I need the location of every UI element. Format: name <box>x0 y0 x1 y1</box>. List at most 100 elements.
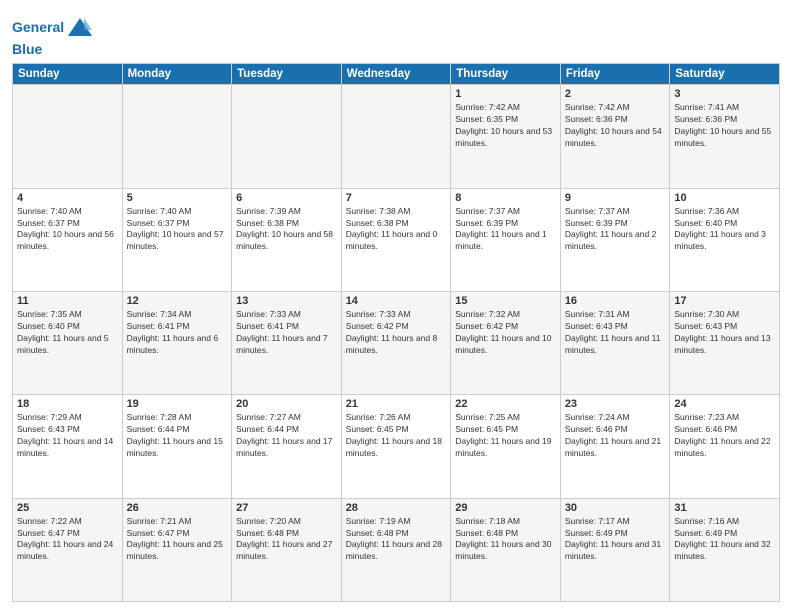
day-cell: 13 Sunrise: 7:33 AMSunset: 6:41 PMDaylig… <box>232 292 342 395</box>
col-saturday: Saturday <box>670 64 780 85</box>
day-cell: 4 Sunrise: 7:40 AMSunset: 6:37 PMDayligh… <box>13 188 123 291</box>
day-cell <box>232 85 342 188</box>
day-cell: 10 Sunrise: 7:36 AMSunset: 6:40 PMDaylig… <box>670 188 780 291</box>
day-info: Sunrise: 7:36 AMSunset: 6:40 PMDaylight:… <box>674 206 775 254</box>
col-monday: Monday <box>122 64 232 85</box>
day-cell: 31 Sunrise: 7:16 AMSunset: 6:49 PMDaylig… <box>670 498 780 601</box>
day-number: 9 <box>565 192 666 204</box>
header-row: Sunday Monday Tuesday Wednesday Thursday… <box>13 64 780 85</box>
day-cell: 2 Sunrise: 7:42 AMSunset: 6:36 PMDayligh… <box>560 85 670 188</box>
day-info: Sunrise: 7:37 AMSunset: 6:39 PMDaylight:… <box>565 206 666 254</box>
day-cell: 6 Sunrise: 7:39 AMSunset: 6:38 PMDayligh… <box>232 188 342 291</box>
day-number: 6 <box>236 192 337 204</box>
day-cell: 27 Sunrise: 7:20 AMSunset: 6:48 PMDaylig… <box>232 498 342 601</box>
day-cell: 3 Sunrise: 7:41 AMSunset: 6:36 PMDayligh… <box>670 85 780 188</box>
day-cell: 17 Sunrise: 7:30 AMSunset: 6:43 PMDaylig… <box>670 292 780 395</box>
day-number: 28 <box>346 502 447 514</box>
day-cell: 25 Sunrise: 7:22 AMSunset: 6:47 PMDaylig… <box>13 498 123 601</box>
day-number: 10 <box>674 192 775 204</box>
day-info: Sunrise: 7:16 AMSunset: 6:49 PMDaylight:… <box>674 516 775 564</box>
col-friday: Friday <box>560 64 670 85</box>
week-row-1: 1 Sunrise: 7:42 AMSunset: 6:35 PMDayligh… <box>13 85 780 188</box>
day-cell: 18 Sunrise: 7:29 AMSunset: 6:43 PMDaylig… <box>13 395 123 498</box>
day-number: 21 <box>346 398 447 410</box>
day-info: Sunrise: 7:42 AMSunset: 6:35 PMDaylight:… <box>455 102 556 150</box>
day-number: 16 <box>565 295 666 307</box>
day-number: 30 <box>565 502 666 514</box>
day-number: 24 <box>674 398 775 410</box>
day-info: Sunrise: 7:29 AMSunset: 6:43 PMDaylight:… <box>17 412 118 460</box>
day-number: 26 <box>127 502 228 514</box>
day-info: Sunrise: 7:31 AMSunset: 6:43 PMDaylight:… <box>565 309 666 357</box>
col-wednesday: Wednesday <box>341 64 451 85</box>
day-number: 17 <box>674 295 775 307</box>
day-info: Sunrise: 7:19 AMSunset: 6:48 PMDaylight:… <box>346 516 447 564</box>
day-number: 22 <box>455 398 556 410</box>
logo-icon <box>66 14 94 42</box>
day-number: 12 <box>127 295 228 307</box>
day-cell: 21 Sunrise: 7:26 AMSunset: 6:45 PMDaylig… <box>341 395 451 498</box>
day-info: Sunrise: 7:24 AMSunset: 6:46 PMDaylight:… <box>565 412 666 460</box>
day-info: Sunrise: 7:26 AMSunset: 6:45 PMDaylight:… <box>346 412 447 460</box>
day-cell <box>341 85 451 188</box>
day-number: 15 <box>455 295 556 307</box>
col-sunday: Sunday <box>13 64 123 85</box>
day-number: 25 <box>17 502 118 514</box>
day-cell: 16 Sunrise: 7:31 AMSunset: 6:43 PMDaylig… <box>560 292 670 395</box>
day-info: Sunrise: 7:27 AMSunset: 6:44 PMDaylight:… <box>236 412 337 460</box>
day-info: Sunrise: 7:20 AMSunset: 6:48 PMDaylight:… <box>236 516 337 564</box>
day-info: Sunrise: 7:38 AMSunset: 6:38 PMDaylight:… <box>346 206 447 254</box>
day-info: Sunrise: 7:42 AMSunset: 6:36 PMDaylight:… <box>565 102 666 150</box>
day-cell: 1 Sunrise: 7:42 AMSunset: 6:35 PMDayligh… <box>451 85 561 188</box>
day-number: 13 <box>236 295 337 307</box>
day-info: Sunrise: 7:32 AMSunset: 6:42 PMDaylight:… <box>455 309 556 357</box>
day-cell: 7 Sunrise: 7:38 AMSunset: 6:38 PMDayligh… <box>341 188 451 291</box>
day-info: Sunrise: 7:22 AMSunset: 6:47 PMDaylight:… <box>17 516 118 564</box>
day-number: 7 <box>346 192 447 204</box>
day-cell: 15 Sunrise: 7:32 AMSunset: 6:42 PMDaylig… <box>451 292 561 395</box>
day-number: 11 <box>17 295 118 307</box>
col-thursday: Thursday <box>451 64 561 85</box>
day-number: 19 <box>127 398 228 410</box>
day-cell: 5 Sunrise: 7:40 AMSunset: 6:37 PMDayligh… <box>122 188 232 291</box>
day-cell: 20 Sunrise: 7:27 AMSunset: 6:44 PMDaylig… <box>232 395 342 498</box>
day-number: 5 <box>127 192 228 204</box>
day-cell: 22 Sunrise: 7:25 AMSunset: 6:45 PMDaylig… <box>451 395 561 498</box>
day-info: Sunrise: 7:37 AMSunset: 6:39 PMDaylight:… <box>455 206 556 254</box>
week-row-4: 18 Sunrise: 7:29 AMSunset: 6:43 PMDaylig… <box>13 395 780 498</box>
week-row-3: 11 Sunrise: 7:35 AMSunset: 6:40 PMDaylig… <box>13 292 780 395</box>
logo-blue-text: Blue <box>12 42 94 57</box>
day-info: Sunrise: 7:30 AMSunset: 6:43 PMDaylight:… <box>674 309 775 357</box>
day-info: Sunrise: 7:34 AMSunset: 6:41 PMDaylight:… <box>127 309 228 357</box>
day-info: Sunrise: 7:33 AMSunset: 6:42 PMDaylight:… <box>346 309 447 357</box>
day-info: Sunrise: 7:18 AMSunset: 6:48 PMDaylight:… <box>455 516 556 564</box>
day-cell: 9 Sunrise: 7:37 AMSunset: 6:39 PMDayligh… <box>560 188 670 291</box>
day-info: Sunrise: 7:40 AMSunset: 6:37 PMDaylight:… <box>127 206 228 254</box>
calendar-table: Sunday Monday Tuesday Wednesday Thursday… <box>12 63 780 602</box>
day-info: Sunrise: 7:25 AMSunset: 6:45 PMDaylight:… <box>455 412 556 460</box>
day-cell: 11 Sunrise: 7:35 AMSunset: 6:40 PMDaylig… <box>13 292 123 395</box>
day-cell <box>13 85 123 188</box>
day-cell: 30 Sunrise: 7:17 AMSunset: 6:49 PMDaylig… <box>560 498 670 601</box>
week-row-5: 25 Sunrise: 7:22 AMSunset: 6:47 PMDaylig… <box>13 498 780 601</box>
day-cell: 14 Sunrise: 7:33 AMSunset: 6:42 PMDaylig… <box>341 292 451 395</box>
logo: General Blue <box>12 14 94 57</box>
col-tuesday: Tuesday <box>232 64 342 85</box>
day-info: Sunrise: 7:23 AMSunset: 6:46 PMDaylight:… <box>674 412 775 460</box>
day-number: 2 <box>565 88 666 100</box>
day-number: 3 <box>674 88 775 100</box>
header: General Blue <box>12 10 780 57</box>
week-row-2: 4 Sunrise: 7:40 AMSunset: 6:37 PMDayligh… <box>13 188 780 291</box>
day-number: 1 <box>455 88 556 100</box>
day-info: Sunrise: 7:17 AMSunset: 6:49 PMDaylight:… <box>565 516 666 564</box>
day-number: 14 <box>346 295 447 307</box>
day-cell: 26 Sunrise: 7:21 AMSunset: 6:47 PMDaylig… <box>122 498 232 601</box>
day-cell: 24 Sunrise: 7:23 AMSunset: 6:46 PMDaylig… <box>670 395 780 498</box>
day-number: 18 <box>17 398 118 410</box>
logo-text: General <box>12 20 64 35</box>
day-cell: 28 Sunrise: 7:19 AMSunset: 6:48 PMDaylig… <box>341 498 451 601</box>
day-number: 20 <box>236 398 337 410</box>
day-info: Sunrise: 7:28 AMSunset: 6:44 PMDaylight:… <box>127 412 228 460</box>
day-cell: 29 Sunrise: 7:18 AMSunset: 6:48 PMDaylig… <box>451 498 561 601</box>
day-number: 4 <box>17 192 118 204</box>
